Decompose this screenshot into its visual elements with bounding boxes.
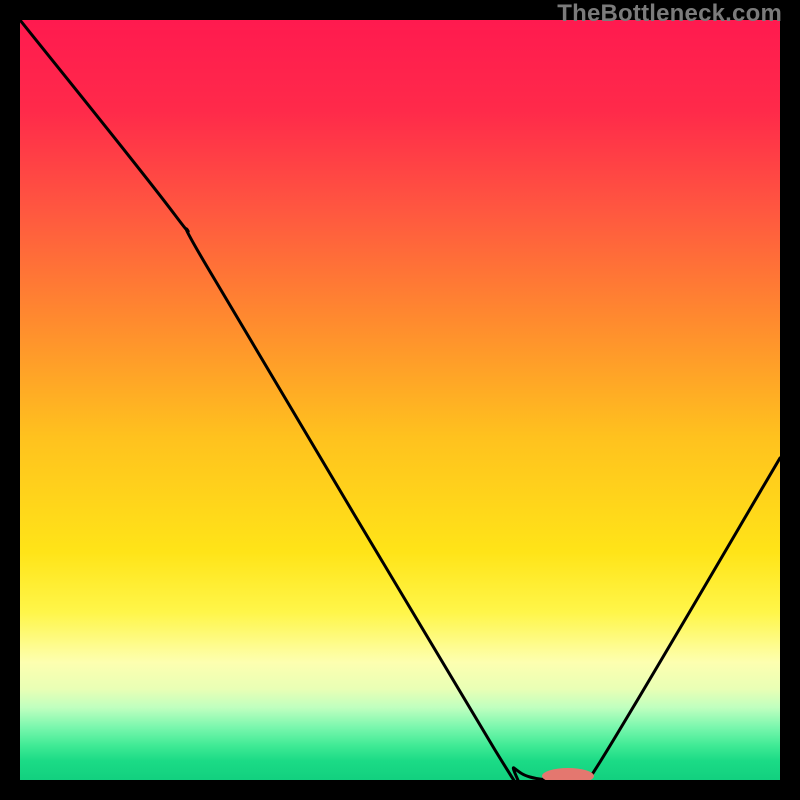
- chart-frame: [16, 16, 784, 784]
- gradient-background: [20, 20, 780, 780]
- plot-area: [20, 20, 780, 780]
- bottleneck-chart: [20, 20, 780, 780]
- watermark-text: TheBottleneck.com: [557, 0, 782, 28]
